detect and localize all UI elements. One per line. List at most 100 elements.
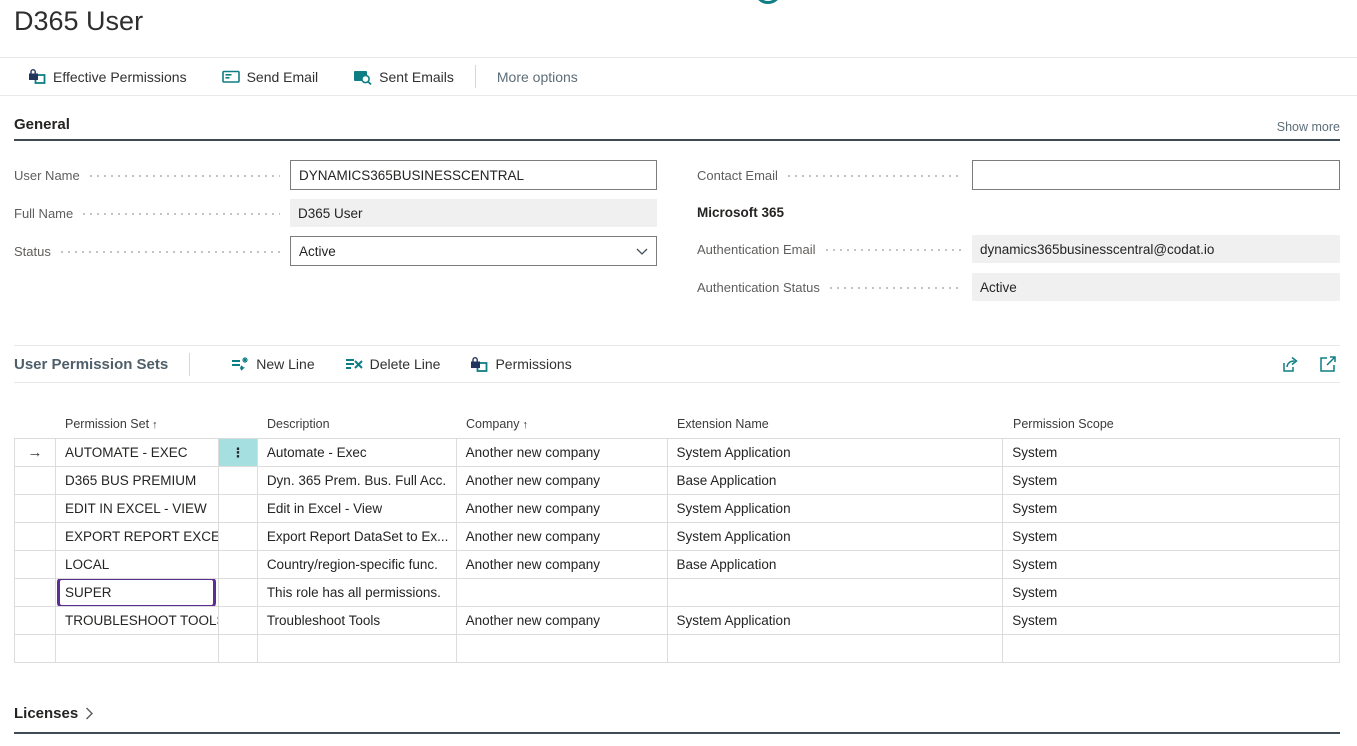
row-gutter (15, 607, 56, 635)
cell-extension-name[interactable]: Base Application (668, 467, 1004, 495)
general-section-heading[interactable]: General (14, 116, 70, 133)
sort-ascending-icon: ↑ (152, 419, 158, 431)
column-header-permission-scope[interactable]: Permission Scope (1003, 417, 1340, 431)
cell-extension-name[interactable]: System Application (668, 607, 1004, 635)
table-row[interactable]: TROUBLESHOOT TOOLS Troubleshoot Tools An… (15, 607, 1340, 635)
table-row[interactable]: EDIT IN EXCEL - VIEW Edit in Excel - Vie… (15, 495, 1340, 523)
cell-extension-name[interactable] (668, 635, 1004, 663)
status-field-row: Status Active (14, 236, 657, 266)
full-name-field-row: Full Name D365 User (14, 198, 657, 228)
cell-description[interactable]: Export Report DataSet to Ex... (258, 523, 457, 551)
cell-description[interactable]: Dyn. 365 Prem. Bus. Full Acc. (258, 467, 457, 495)
licenses-section-header[interactable]: Licenses (14, 705, 93, 722)
cell-permission-set[interactable]: LOCAL (56, 551, 219, 579)
cell-description[interactable]: Automate - Exec (258, 439, 457, 467)
cell-company[interactable]: Another new company (457, 607, 668, 635)
table-row[interactable]: D365 BUS PREMIUM Dyn. 365 Prem. Bus. Ful… (15, 467, 1340, 495)
cell-description[interactable] (258, 635, 457, 663)
cell-extension-name[interactable]: System Application (668, 523, 1004, 551)
vertical-ellipsis-icon: ⋮ (231, 446, 244, 459)
cell-extension-name[interactable]: Base Application (668, 551, 1004, 579)
ups-right-icons (1281, 355, 1337, 373)
divider (14, 382, 1340, 383)
send-email-button[interactable]: Send Email (222, 69, 319, 85)
table-row[interactable]: → AUTOMATE - EXEC ⋮ Automate - Exec Anot… (15, 439, 1340, 467)
cell-permission-set[interactable]: AUTOMATE - EXEC (56, 439, 219, 467)
contact-email-input[interactable] (972, 160, 1340, 190)
cell-permission-set[interactable] (56, 635, 219, 663)
status-label: Status (14, 244, 51, 259)
column-header-description[interactable]: Description (257, 417, 456, 431)
share-icon[interactable] (1281, 355, 1300, 373)
table-row[interactable]: LOCAL Country/region-specific func. Anot… (15, 551, 1340, 579)
cell-extension-name[interactable] (668, 579, 1004, 607)
authentication-email-value: dynamics365businesscentral@codat.io (972, 235, 1340, 263)
cell-permission-scope[interactable]: System (1003, 551, 1340, 579)
dotted-leader (826, 249, 962, 251)
cell-company[interactable] (457, 635, 668, 663)
permissions-button[interactable]: Permissions (470, 356, 571, 373)
table-row-empty[interactable] (15, 635, 1340, 663)
cell-description[interactable]: Troubleshoot Tools (258, 607, 457, 635)
table-row-selected[interactable]: SUPER This role has all permissions. Sys… (15, 579, 1340, 607)
row-options-button[interactable]: ⋮ (219, 439, 258, 467)
cell-permission-scope[interactable]: System (1003, 495, 1340, 523)
cell-company[interactable]: Another new company (457, 523, 668, 551)
cell-permission-set[interactable]: EDIT IN EXCEL - VIEW (56, 495, 219, 523)
status-select[interactable]: Active (290, 236, 657, 266)
cell-permission-set-focused[interactable]: SUPER (56, 579, 219, 607)
row-options-cell (219, 635, 258, 663)
contact-email-label: Contact Email (697, 168, 778, 183)
column-header-permission-set[interactable]: Permission Set↑ (55, 417, 218, 431)
open-in-new-window-icon[interactable] (1319, 355, 1337, 373)
cell-description[interactable]: This role has all permissions. (258, 579, 457, 607)
cell-extension-name[interactable]: System Application (668, 495, 1004, 523)
full-name-value: D365 User (290, 199, 657, 227)
cell-permission-scope[interactable] (1003, 635, 1340, 663)
microsoft-365-subheading: Microsoft 365 (697, 205, 784, 220)
chevron-right-icon (85, 707, 93, 720)
cell-permission-set[interactable]: TROUBLESHOOT TOOLS (56, 607, 219, 635)
cell-permission-set[interactable]: D365 BUS PREMIUM (56, 467, 219, 495)
cell-company[interactable]: Another new company (457, 551, 668, 579)
authentication-status-value: Active (972, 273, 1340, 301)
column-header-extension-name[interactable]: Extension Name (667, 417, 1003, 431)
permissions-label: Permissions (495, 356, 571, 372)
cell-company[interactable]: Another new company (457, 495, 668, 523)
cell-company[interactable]: Another new company (457, 439, 668, 467)
cell-description[interactable]: Country/region-specific func. (258, 551, 457, 579)
row-gutter (15, 523, 56, 551)
cell-permission-scope[interactable]: System (1003, 467, 1340, 495)
row-gutter (15, 635, 56, 663)
cell-extension-name[interactable]: System Application (668, 439, 1004, 467)
effective-permissions-button[interactable]: Effective Permissions (28, 68, 187, 85)
row-options-cell (219, 523, 258, 551)
cell-company[interactable] (457, 579, 668, 607)
user-name-input[interactable] (290, 160, 657, 190)
table-row[interactable]: EXPORT REPORT EXCEL Export Report DataSe… (15, 523, 1340, 551)
cell-permission-scope[interactable]: System (1003, 607, 1340, 635)
sent-emails-button[interactable]: Sent Emails (353, 69, 454, 85)
cell-company[interactable]: Another new company (457, 467, 668, 495)
general-underline (14, 139, 1340, 141)
sort-ascending-icon: ↑ (523, 419, 529, 431)
authentication-status-field-row: Authentication Status Active (697, 272, 1340, 302)
show-more-link[interactable]: Show more (1277, 120, 1340, 134)
action-bar-divider (475, 65, 476, 88)
column-header-company[interactable]: Company↑ (456, 417, 667, 431)
cell-permission-set[interactable]: EXPORT REPORT EXCEL (56, 523, 219, 551)
contact-email-field-row: Contact Email (697, 160, 1340, 190)
current-row-indicator: → (15, 439, 56, 467)
row-options-cell (219, 607, 258, 635)
dotted-leader (788, 175, 962, 177)
delete-line-button[interactable]: Delete Line (345, 356, 441, 372)
user-permission-sets-bar: User Permission Sets New Line (0, 346, 1357, 382)
divider (0, 95, 1357, 96)
cell-description[interactable]: Edit in Excel - View (258, 495, 457, 523)
cell-permission-scope[interactable]: System (1003, 439, 1340, 467)
more-options-button[interactable]: More options (497, 69, 578, 85)
cell-permission-scope[interactable]: System (1003, 579, 1340, 607)
cell-permission-scope[interactable]: System (1003, 523, 1340, 551)
new-line-button[interactable]: New Line (231, 356, 314, 372)
chevron-down-icon (636, 248, 648, 255)
